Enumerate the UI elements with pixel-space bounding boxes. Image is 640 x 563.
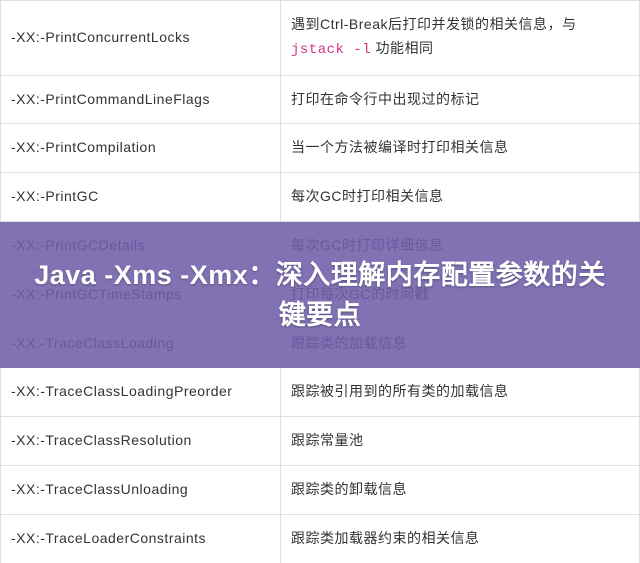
option-cell: -XX:-PrintCompilation bbox=[1, 124, 281, 173]
table-row: -XX:-PrintCompilation当一个方法被编译时打印相关信息 bbox=[1, 124, 640, 173]
table-row: -XX:-TraceClassLoadingPreorder跟踪被引用到的所有类… bbox=[1, 368, 640, 417]
desc-text: 遇到Ctrl-Break后打印并发锁的相关信息，与 bbox=[291, 16, 577, 32]
option-cell: -XX:-TraceClassResolution bbox=[1, 417, 281, 466]
table-row: -XX:-PrintConcurrentLocks遇到Ctrl-Break后打印… bbox=[1, 1, 640, 76]
overlay-banner: Java -Xms -Xmx：深入理解内存配置参数的关键要点 bbox=[0, 222, 640, 368]
description-cell: 跟踪类加载器约束的相关信息 bbox=[281, 514, 640, 563]
description-cell: 打印在命令行中出现过的标记 bbox=[281, 75, 640, 124]
table-row: -XX:-TraceLoaderConstraints跟踪类加载器约束的相关信息 bbox=[1, 514, 640, 563]
option-cell: -XX:-TraceClassLoadingPreorder bbox=[1, 368, 281, 417]
option-cell: -XX:-PrintCommandLineFlags bbox=[1, 75, 281, 124]
table-row: -XX:-TraceClassUnloading跟踪类的卸载信息 bbox=[1, 465, 640, 514]
table-row: -XX:-PrintGC每次GC时打印相关信息 bbox=[1, 173, 640, 222]
description-cell: 当一个方法被编译时打印相关信息 bbox=[281, 124, 640, 173]
inline-code: jstack -l bbox=[291, 42, 371, 58]
description-cell: 遇到Ctrl-Break后打印并发锁的相关信息，与 jstack -l 功能相同 bbox=[281, 1, 640, 76]
table-row: -XX:-PrintCommandLineFlags打印在命令行中出现过的标记 bbox=[1, 75, 640, 124]
option-cell: -XX:-PrintConcurrentLocks bbox=[1, 1, 281, 76]
description-cell: 每次GC时打印相关信息 bbox=[281, 173, 640, 222]
option-cell: -XX:-TraceClassUnloading bbox=[1, 465, 281, 514]
table-row: -XX:-TraceClassResolution跟踪常量池 bbox=[1, 417, 640, 466]
desc-text: 功能相同 bbox=[371, 40, 433, 56]
overlay-title: Java -Xms -Xmx：深入理解内存配置参数的关键要点 bbox=[30, 255, 610, 336]
option-cell: -XX:-TraceLoaderConstraints bbox=[1, 514, 281, 563]
description-cell: 跟踪类的卸载信息 bbox=[281, 465, 640, 514]
description-cell: 跟踪常量池 bbox=[281, 417, 640, 466]
description-cell: 跟踪被引用到的所有类的加载信息 bbox=[281, 368, 640, 417]
option-cell: -XX:-PrintGC bbox=[1, 173, 281, 222]
